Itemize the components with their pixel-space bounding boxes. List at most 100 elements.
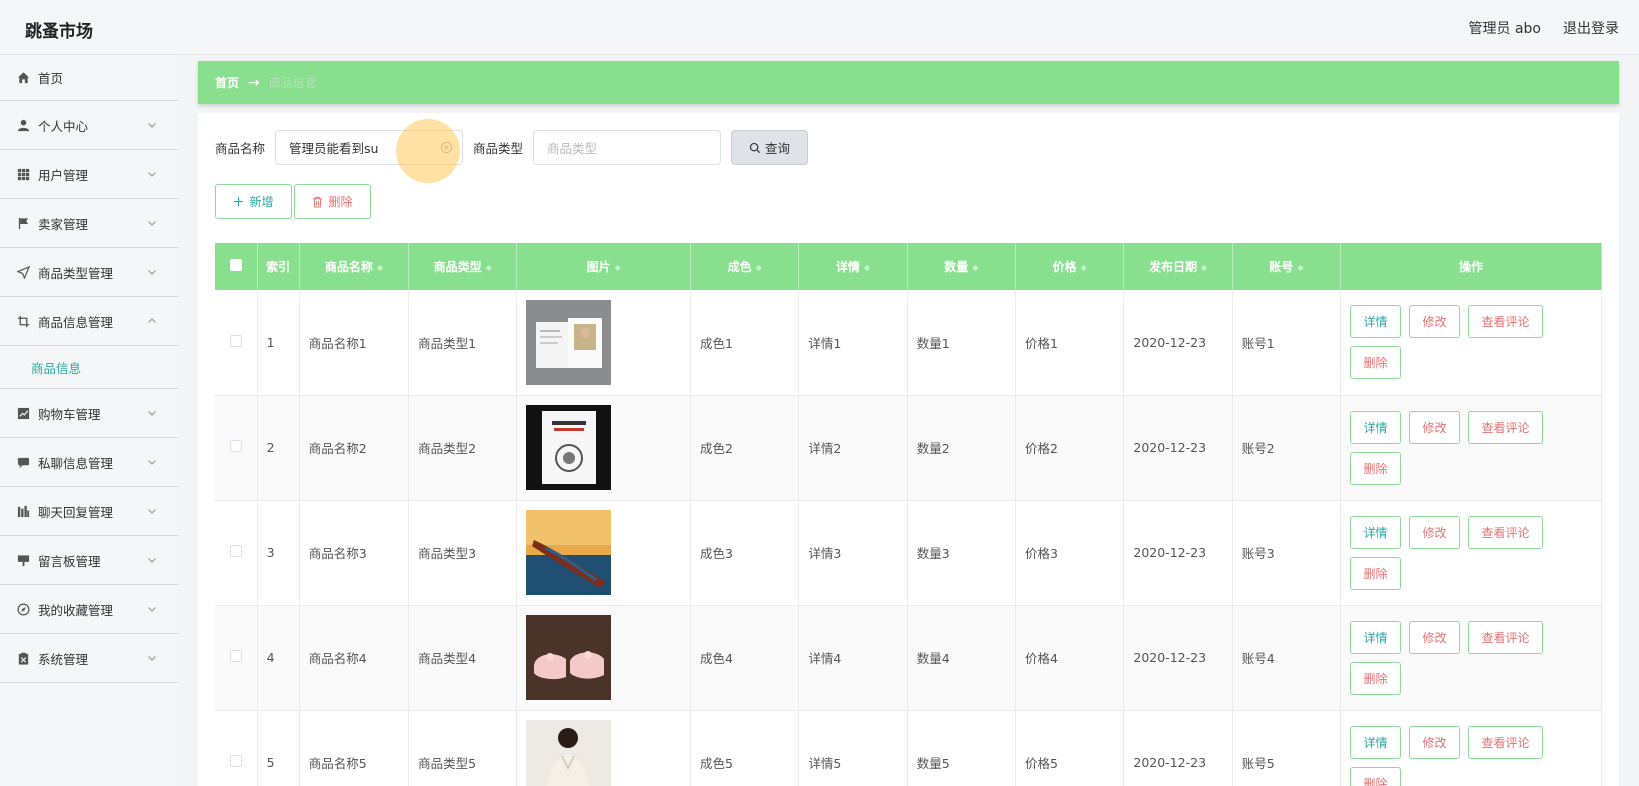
crop-icon	[17, 315, 30, 328]
query-button[interactable]: 查询	[731, 130, 809, 165]
delete-button[interactable]: 删除	[1350, 346, 1402, 380]
column-header-image[interactable]: 图片 ◆	[516, 243, 691, 290]
sidebar-item-user-management[interactable]: 用户管理	[0, 150, 178, 199]
sidebar-item-favorites-management[interactable]: 我的收藏管理	[0, 585, 178, 634]
column-header-label: 操作	[1459, 260, 1484, 274]
batch-delete-button-label: 删除	[328, 195, 353, 209]
product-name-input[interactable]: 管理员能看到su	[275, 119, 464, 183]
column-header-type[interactable]: 商品类型 ◆	[408, 243, 518, 290]
sort-icon[interactable]: ◆	[1297, 263, 1303, 272]
sidebar-item-cart-management[interactable]: 购物车管理	[0, 389, 178, 438]
plus-icon	[233, 196, 244, 207]
sidebar-item-message-board-management[interactable]: 留言板管理	[0, 536, 178, 585]
chevron-down-icon	[148, 509, 156, 514]
delete-button[interactable]: 删除	[1350, 451, 1402, 485]
cell-condition: 成色5	[690, 710, 800, 786]
sidebar-item-home[interactable]: 首页	[0, 55, 178, 101]
sidebar-item-label: 首页	[38, 71, 64, 86]
sort-icon[interactable]: ◆	[756, 263, 762, 272]
sidebar-subitem-product-info[interactable]: 商品信息	[0, 346, 178, 389]
select-all-checkbox[interactable]	[229, 259, 242, 271]
sort-icon[interactable]: ◆	[864, 263, 870, 272]
column-header-price[interactable]: 价格 ◆	[1015, 243, 1125, 290]
edit-button[interactable]: 修改	[1409, 620, 1461, 654]
add-button[interactable]: 新增	[215, 184, 292, 219]
clear-icon[interactable]	[440, 141, 453, 154]
sidebar-item-personal-center[interactable]: 个人中心	[0, 101, 178, 150]
sidebar-item-chat-reply-management[interactable]: 聊天回复管理	[0, 487, 178, 536]
row-checkbox[interactable]	[229, 545, 242, 557]
sort-icon[interactable]: ◆	[377, 263, 383, 272]
row-actions: 详情 修改 查看评论 删除	[1350, 410, 1550, 485]
column-header-label: 发布日期	[1148, 260, 1197, 274]
cell-price: 价格3	[1015, 500, 1125, 606]
admin-user-label[interactable]: 管理员 abo	[1469, 18, 1541, 38]
top-bar: 跳蚤市场 管理员 abo 退出登录	[0, 0, 1639, 55]
cell-name: 商品名称2	[299, 395, 410, 501]
delete-button[interactable]: 删除	[1350, 556, 1402, 590]
detail-button[interactable]: 详情	[1350, 410, 1402, 444]
view-reviews-button[interactable]: 查看评论	[1468, 410, 1544, 444]
product-image	[526, 615, 612, 700]
cell-price: 价格5	[1015, 710, 1125, 786]
detail-button[interactable]: 详情	[1350, 620, 1402, 654]
table-header-row: 索引 商品名称 ◆ 商品类型 ◆ 图片 ◆ 成色 ◆ 详情 ◆ 数量 ◆ 价格 ◆ 发布日期 ◆…	[215, 243, 1602, 290]
logout-link[interactable]: 退出登录	[1563, 18, 1619, 38]
row-checkbox[interactable]	[229, 334, 242, 347]
row-checkbox[interactable]	[229, 650, 242, 662]
batch-delete-button[interactable]: 删除	[294, 184, 371, 219]
column-header-quantity[interactable]: 数量 ◆	[907, 243, 1017, 290]
cell-detail: 详情5	[798, 710, 908, 786]
view-reviews-button[interactable]: 查看评论	[1468, 515, 1544, 549]
sidebar-item-private-message-management[interactable]: 私聊信息管理	[0, 438, 178, 487]
column-header-name[interactable]: 商品名称 ◆	[299, 243, 410, 290]
sidebar-item-label: 留言板管理	[38, 553, 101, 569]
column-header-condition[interactable]: 成色 ◆	[690, 243, 800, 290]
cell-date: 2020-12-23	[1123, 395, 1233, 501]
main-content: 首页 → 商品信息 商品名称 管理员能看到su 商品类型 商品类型 查询 新增	[178, 55, 1639, 786]
view-reviews-button[interactable]: 查看评论	[1468, 725, 1544, 759]
cell-account: 账号3	[1232, 500, 1342, 606]
column-header-detail[interactable]: 详情 ◆	[798, 243, 908, 290]
column-header-label: 商品名称	[324, 260, 373, 274]
row-checkbox[interactable]	[229, 755, 242, 767]
column-header-account[interactable]: 账号 ◆	[1232, 243, 1342, 290]
sort-icon[interactable]: ◆	[972, 263, 978, 272]
edit-button[interactable]: 修改	[1409, 725, 1461, 759]
sort-icon[interactable]: ◆	[486, 263, 492, 272]
column-header-label: 详情	[835, 260, 860, 274]
delete-button[interactable]: 删除	[1350, 766, 1402, 786]
delete-button[interactable]: 删除	[1350, 661, 1402, 695]
product-type-placeholder: 商品类型	[547, 141, 598, 156]
detail-button[interactable]: 详情	[1350, 515, 1402, 549]
column-header-date[interactable]: 发布日期 ◆	[1123, 243, 1233, 290]
row-checkbox[interactable]	[229, 440, 242, 452]
edit-button[interactable]: 修改	[1409, 515, 1461, 549]
sidebar-item-product-type-management[interactable]: 商品类型管理	[0, 248, 178, 297]
sidebar-item-label: 我的收藏管理	[38, 602, 114, 618]
arrow-right-icon: →	[248, 74, 260, 91]
chat-icon	[17, 456, 30, 469]
sidebar-item-product-info-management[interactable]: 商品信息管理	[0, 297, 178, 346]
sidebar-item-system-management[interactable]: 系统管理	[0, 634, 178, 683]
product-type-input[interactable]: 商品类型	[533, 130, 722, 165]
select-all-cell	[215, 243, 258, 290]
cell-actions: 详情 修改 查看评论 删除	[1340, 500, 1602, 606]
column-header-label: 图片	[586, 260, 611, 274]
cell-type: 商品类型3	[408, 500, 518, 606]
flag-icon	[17, 217, 30, 230]
sort-icon[interactable]: ◆	[1201, 263, 1207, 272]
sort-icon[interactable]: ◆	[615, 263, 621, 272]
sidebar-item-seller-management[interactable]: 卖家管理	[0, 199, 178, 248]
view-reviews-button[interactable]: 查看评论	[1468, 305, 1544, 339]
edit-button[interactable]: 修改	[1409, 410, 1461, 444]
breadcrumb-home[interactable]: 首页	[215, 74, 239, 91]
chevron-down-icon	[148, 123, 156, 128]
sidebar-item-label: 用户管理	[38, 167, 89, 183]
edit-button[interactable]: 修改	[1409, 305, 1461, 339]
detail-button[interactable]: 详情	[1350, 725, 1402, 759]
view-reviews-button[interactable]: 查看评论	[1468, 620, 1544, 654]
detail-button[interactable]: 详情	[1350, 305, 1402, 339]
sort-icon[interactable]: ◆	[1081, 263, 1087, 272]
chevron-down-icon	[148, 221, 156, 226]
